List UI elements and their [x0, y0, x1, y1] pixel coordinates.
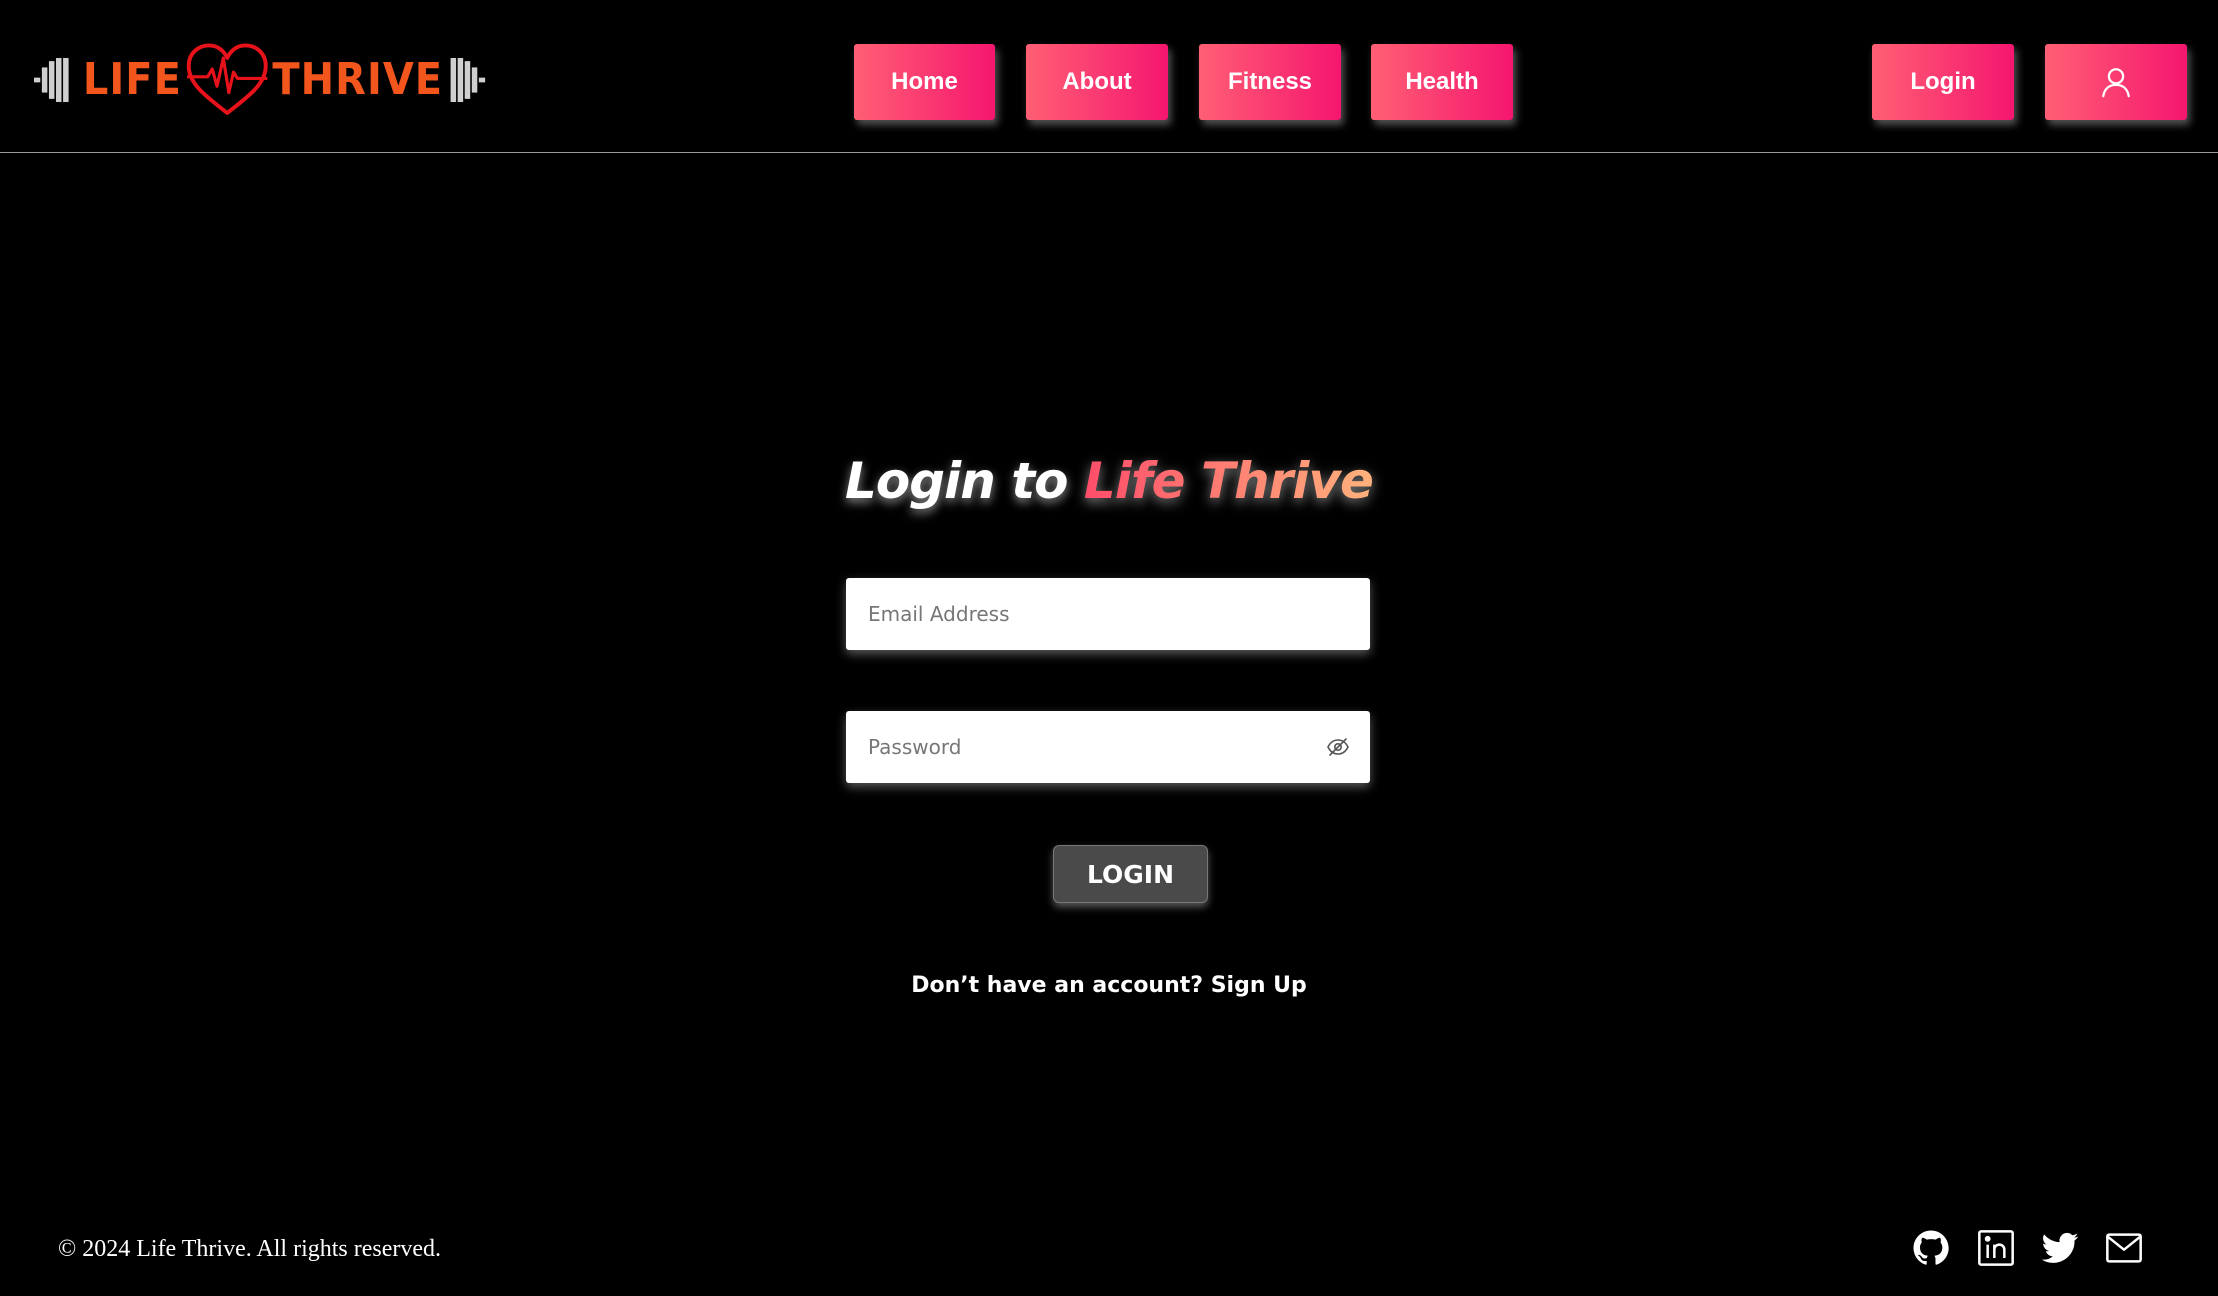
twitter-link[interactable]: [2040, 1228, 2080, 1270]
nav-fitness-button[interactable]: Fitness: [1199, 44, 1341, 120]
profile-button[interactable]: [2045, 44, 2187, 120]
header: LIFE THRIVE Home About Fitness Health Lo…: [0, 0, 2218, 153]
logo-text-life: LIFE: [82, 55, 182, 105]
github-icon: [1913, 1230, 1949, 1265]
linkedin-link[interactable]: [1976, 1228, 2016, 1270]
nav-about-button[interactable]: About: [1026, 44, 1168, 120]
signup-link[interactable]: Sign Up: [1211, 973, 1307, 998]
password-field-container: [846, 710, 1370, 784]
linkedin-icon: [1978, 1230, 2014, 1266]
mail-icon: [2106, 1233, 2142, 1263]
github-link[interactable]: [1911, 1228, 1951, 1270]
twitter-icon: [2041, 1232, 2079, 1263]
copyright-text: © 2024 Life Thrive. All rights reserved.: [58, 1236, 442, 1262]
dumbbell-right-icon: [450, 57, 486, 103]
logo-text-thrive: THRIVE: [272, 55, 444, 105]
password-input[interactable]: [866, 710, 1326, 784]
login-submit-button[interactable]: LOGIN: [1053, 845, 1208, 903]
nav-home-button[interactable]: Home: [854, 44, 995, 120]
signup-prompt-text: Don’t have an account?: [911, 973, 1204, 998]
header-login-button[interactable]: Login: [1872, 44, 2014, 120]
mail-link[interactable]: [2104, 1228, 2144, 1270]
logo[interactable]: LIFE THRIVE: [34, 30, 490, 130]
login-title-prefix: Login to: [845, 452, 1068, 510]
signup-prompt: Don’t have an account? Sign Up: [0, 973, 2218, 998]
user-icon: [2102, 68, 2130, 98]
dumbbell-left-icon: [34, 57, 69, 103]
email-input[interactable]: [866, 577, 1350, 651]
heart-pulse-icon: [186, 43, 268, 115]
login-title: Login to Life Thrive: [0, 452, 2218, 510]
email-field-container: [846, 577, 1370, 651]
eye-slash-icon[interactable]: [1326, 735, 1350, 759]
nav-health-button[interactable]: Health: [1371, 44, 1513, 120]
login-title-brand: Life Thrive: [1083, 452, 1374, 510]
